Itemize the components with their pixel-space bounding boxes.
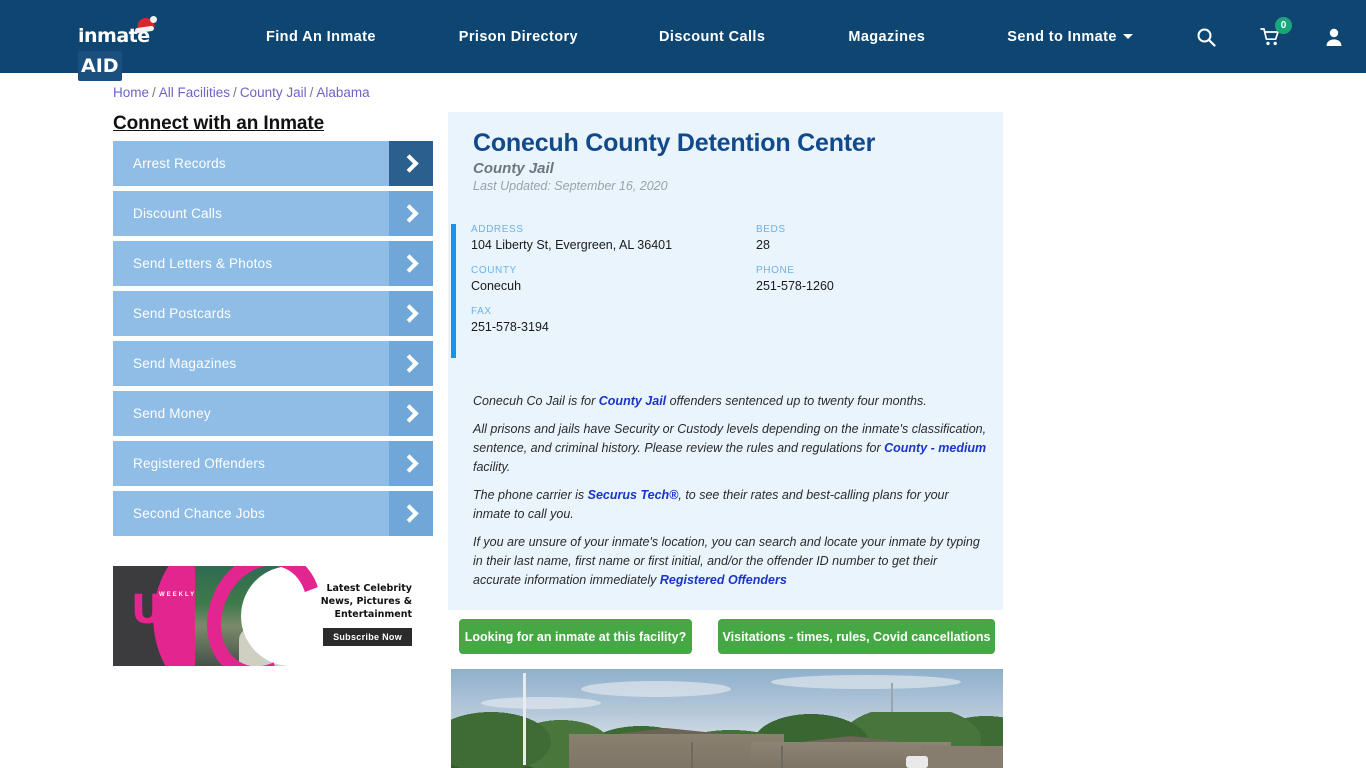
ad-subscribe-button[interactable]: Subscribe Now [323,628,412,646]
sidebar-item-discount-calls[interactable]: Discount Calls [113,191,433,236]
ad-copy-text: Latest Celebrity News, Pictures & Entert… [320,583,412,620]
nav-icon-group: 0 [1194,0,1346,73]
link-registered-offenders[interactable]: Registered Offenders [660,573,787,587]
chevron-down-icon [1122,34,1133,40]
info-field-fax: FAX 251-578-3194 [471,306,549,334]
user-icon[interactable] [1322,25,1346,49]
nav-send-to-inmate[interactable]: Send to Inmate [1007,29,1133,45]
sidebar-item-second-chance-jobs[interactable]: Second Chance Jobs [113,491,433,536]
link-securus-tech[interactable]: Securus Tech® [588,488,679,502]
photo-building [921,746,1003,768]
chevron-right-icon [389,491,433,536]
chevron-right-icon [389,291,433,336]
sidebar-item-label: Send Postcards [133,306,232,321]
text-run: Conecuh Co Jail is for [473,394,599,408]
ad-brand-sublabel: WEEKLY [159,592,197,598]
info-value: Conecuh [471,279,522,293]
breadcrumb-item-county-jail[interactable]: County Jail [240,85,307,100]
nav-find-an-inmate[interactable]: Find An Inmate [266,29,376,45]
text-run: The phone carrier is [473,488,588,502]
nav-discount-calls[interactable]: Discount Calls [659,29,765,45]
nav-prison-directory[interactable]: Prison Directory [459,29,578,45]
info-label: FAX [471,306,492,317]
text-run: offenders sentenced up to twenty four mo… [666,394,927,408]
link-county-medium[interactable]: County - medium [884,441,986,455]
sidebar-item-label: Second Chance Jobs [133,506,265,521]
facility-description: Conecuh Co Jail is for County Jail offen… [473,392,988,599]
site-logo[interactable]: inmateAID [78,16,188,81]
sidebar-item-label: Send Money [133,406,211,421]
sidebar-menu: Arrest Records Discount Calls Send Lette… [113,141,433,541]
last-updated-text: Last Updated: September 16, 2020 [473,179,668,193]
info-label: PHONE [756,265,795,276]
sidebar-item-arrest-records[interactable]: Arrest Records [113,141,433,186]
top-navigation-bar: inmateAID Find An Inmate Prison Director… [0,0,1366,81]
breadcrumb-separator: / [309,85,314,100]
chevron-right-icon [389,441,433,486]
sidebar-title: Connect with an Inmate [113,113,325,134]
primary-nav: Find An Inmate Prison Directory Discount… [266,0,1133,73]
sidebar-item-send-magazines[interactable]: Send Magazines [113,341,433,386]
info-label: BEDS [756,224,786,235]
chevron-right-icon [389,241,433,286]
chevron-right-icon [389,191,433,236]
facility-photo [451,669,1003,768]
sidebar-item-label: Arrest Records [133,156,226,171]
breadcrumb-separator: / [233,85,237,100]
breadcrumb-item-all-facilities[interactable]: All Facilities [159,85,230,100]
sidebar-item-send-postcards[interactable]: Send Postcards [113,291,433,336]
chevron-right-icon [389,391,433,436]
photo-vehicle [906,756,928,768]
info-label: COUNTY [471,265,517,276]
description-paragraph-3: The phone carrier is Securus Tech®, to s… [473,486,988,524]
search-icon[interactable] [1194,25,1218,49]
santa-hat-icon [134,16,157,34]
photo-cloud [481,697,601,709]
breadcrumb-item-alabama[interactable]: Alabama [316,85,369,100]
sidebar-item-label: Registered Offenders [133,456,266,471]
info-field-beds: BEDS 28 [756,224,786,252]
chevron-right-icon [389,141,433,186]
chevron-right-icon [389,341,433,386]
info-field-address: ADDRESS 104 Liberty St, Evergreen, AL 36… [471,224,672,252]
facility-type-label: County Jail [473,160,554,177]
info-label: ADDRESS [471,224,524,235]
sidebar-item-registered-offenders[interactable]: Registered Offenders [113,441,433,486]
nav-magazines[interactable]: Magazines [848,29,925,45]
photo-light-pole [781,746,783,768]
cart-count-badge: 0 [1275,16,1292,34]
breadcrumb: Home / All Facilities / County Jail / Alabama [113,85,370,100]
link-county-jail[interactable]: County Jail [599,394,666,408]
photo-cloud [771,675,961,689]
inmate-search-button[interactable]: Looking for an inmate at this facility? [459,619,692,654]
info-value: 251-578-1260 [756,279,834,293]
logo-text-accent: AID [78,51,122,81]
sidebar-item-send-letters-photos[interactable]: Send Letters & Photos [113,241,433,286]
breadcrumb-item-home[interactable]: Home [113,85,149,100]
info-value: 251-578-3194 [471,320,549,334]
photo-light-pole [691,742,693,768]
photo-flagpole [523,673,526,765]
nav-send-to-inmate-label: Send to Inmate [1007,28,1117,45]
cart-icon[interactable]: 0 [1258,16,1292,49]
sidebar-item-label: Discount Calls [133,206,223,221]
info-value: 104 Liberty St, Evergreen, AL 36401 [471,238,673,252]
info-field-county: COUNTY Conecuh [471,265,521,293]
text-run: facility. [473,460,511,474]
sidebar-advertisement[interactable]: US WEEKLY Latest Celebrity News, Picture… [113,566,420,666]
info-field-phone: PHONE 251-578-1260 [756,265,834,293]
description-paragraph-2: All prisons and jails have Security or C… [473,420,988,477]
photo-cloud [581,681,731,697]
description-paragraph-1: Conecuh Co Jail is for County Jail offen… [473,392,988,411]
info-value: 28 [756,238,770,252]
page-title: Conecuh County Detention Center [473,129,876,157]
sidebar-item-send-money[interactable]: Send Money [113,391,433,436]
breadcrumb-separator: / [152,85,156,100]
description-paragraph-4: If you are unsure of your inmate's locat… [473,533,988,590]
sidebar-item-label: Send Magazines [133,356,237,371]
visitations-button[interactable]: Visitations - times, rules, Covid cancel… [718,619,995,654]
sidebar-item-label: Send Letters & Photos [133,256,273,271]
